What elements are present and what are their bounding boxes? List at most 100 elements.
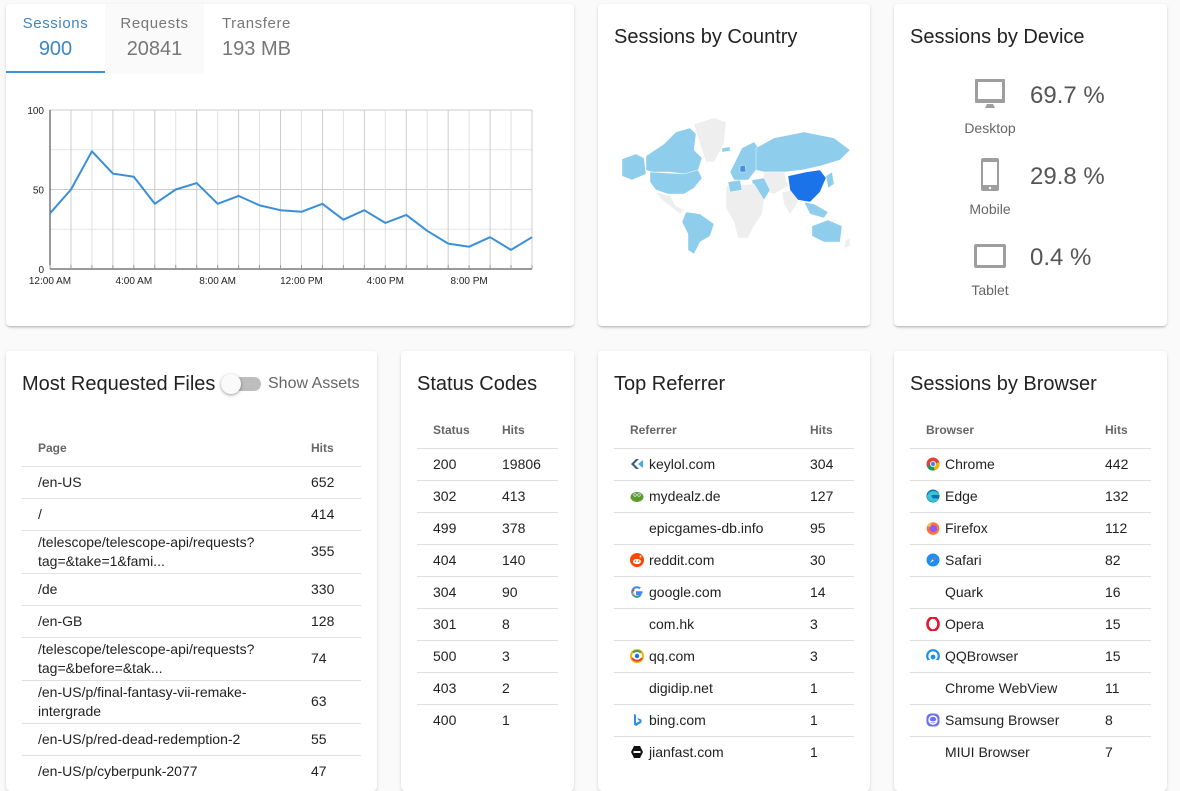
column-header-page[interactable]: Page xyxy=(22,430,311,467)
tab-transfer[interactable]: Transfere 193 MB xyxy=(204,4,309,74)
referrer-name[interactable]: reddit.com xyxy=(649,552,714,568)
opera-icon xyxy=(926,616,940,631)
referrer-name[interactable]: epicgames-db.info xyxy=(649,520,763,536)
table-row[interactable]: MIUI Browser 7 xyxy=(910,736,1151,768)
table-row[interactable]: 200 19806 xyxy=(417,448,558,481)
table-row[interactable]: /en-GB 128 xyxy=(22,605,361,638)
data-point xyxy=(215,201,220,206)
toggle-thumb[interactable] xyxy=(221,374,241,394)
hits-cell: 14 xyxy=(810,576,854,609)
referrer-name[interactable]: digidip.net xyxy=(649,680,713,696)
data-point xyxy=(236,193,241,198)
hits-cell: 414 xyxy=(311,498,361,531)
table-row[interactable]: epicgames-db.info 95 xyxy=(614,512,854,545)
country-europe[interactable] xyxy=(729,141,761,181)
table-row[interactable]: Firefox 112 xyxy=(910,512,1151,545)
bing-icon xyxy=(634,713,642,726)
table-row[interactable]: /en-US/p/cyberpunk-2077 47 xyxy=(22,755,361,787)
table-row[interactable]: Safari 82 xyxy=(910,544,1151,577)
data-point xyxy=(278,208,283,213)
referrer-name[interactable]: com.hk xyxy=(649,616,694,632)
country-usa[interactable] xyxy=(649,169,703,195)
table-row[interactable]: 400 1 xyxy=(417,704,558,736)
table-row[interactable]: com.hk 3 xyxy=(614,608,854,641)
chrome-icon xyxy=(926,457,940,470)
table-row[interactable]: /telescope/telescope-api/requests?tag=&b… xyxy=(22,637,361,681)
table-row[interactable]: 301 8 xyxy=(417,608,558,641)
device-percent: 29.8 % xyxy=(1030,163,1105,190)
show-assets-label[interactable]: Show Assets xyxy=(268,375,360,393)
table-row[interactable]: Chrome WebView 11 xyxy=(910,672,1151,705)
column-header-browser[interactable]: Browser xyxy=(910,412,1105,449)
referrer-name[interactable]: keylol.com xyxy=(649,456,715,472)
show-assets-toggle[interactable] xyxy=(219,373,263,394)
column-header-hits[interactable]: Hits xyxy=(311,430,361,467)
tablet-icon xyxy=(974,244,1006,268)
country-australia[interactable] xyxy=(811,219,843,243)
table-row[interactable]: 304 90 xyxy=(417,576,558,609)
table-row[interactable]: Quark 16 xyxy=(910,576,1151,609)
country-south-america[interactable] xyxy=(681,211,715,254)
country-alaska[interactable] xyxy=(621,153,647,181)
hits-cell: 112 xyxy=(1105,512,1151,545)
hits-cell: 3 xyxy=(810,640,854,673)
table-row[interactable]: jianfast.com 1 xyxy=(614,736,854,768)
column-header-referrer[interactable]: Referrer xyxy=(614,412,810,449)
referrer-name[interactable]: bing.com xyxy=(649,712,706,728)
table-row[interactable]: qq.com 3 xyxy=(614,640,854,673)
tab-requests[interactable]: Requests 20841 xyxy=(105,4,204,74)
table-row[interactable]: digidip.net 1 xyxy=(614,672,854,705)
table-row[interactable]: 403 2 xyxy=(417,672,558,705)
column-header-hits[interactable]: Hits xyxy=(1105,412,1151,449)
column-header-status[interactable]: Status xyxy=(417,412,502,449)
referrer-name[interactable]: jianfast.com xyxy=(649,744,724,760)
table-row[interactable]: Chrome 442 xyxy=(910,448,1151,481)
table-row[interactable]: /en-US 652 xyxy=(22,466,361,499)
table-row[interactable]: QQBrowser 15 xyxy=(910,640,1151,673)
table-row[interactable]: /en-US/p/final-fantasy-vii-remake-interg… xyxy=(22,680,361,724)
hits-cell: 15 xyxy=(1105,640,1151,673)
table-row[interactable]: Edge 132 xyxy=(910,480,1151,513)
country-mexico[interactable] xyxy=(655,191,685,215)
table-row[interactable]: 500 3 xyxy=(417,640,558,673)
column-header-hits[interactable]: Hits xyxy=(810,412,854,449)
country-north-africa[interactable] xyxy=(727,179,743,193)
hits-cell: 127 xyxy=(810,480,854,513)
table-row[interactable]: 499 378 xyxy=(417,512,558,545)
country-canada[interactable] xyxy=(645,127,703,175)
edge-icon xyxy=(926,489,940,502)
referrer-name[interactable]: google.com xyxy=(649,584,721,600)
referrer-name[interactable]: qq.com xyxy=(649,648,695,664)
browser-name: QQBrowser xyxy=(945,647,1019,664)
hits-cell: 355 xyxy=(311,530,361,574)
country-russia[interactable] xyxy=(755,131,851,173)
card-title: Top Referrer xyxy=(614,373,726,395)
card-title: Sessions by Country xyxy=(614,26,798,48)
world-map[interactable] xyxy=(614,114,856,254)
table-row[interactable]: /telescope/telescope-api/requests?tag=&t… xyxy=(22,530,361,574)
data-point xyxy=(530,235,535,240)
country-germany[interactable] xyxy=(739,164,747,173)
country-iceland[interactable] xyxy=(721,146,731,153)
table-row[interactable]: /en-US/p/red-dead-redemption-2 55 xyxy=(22,723,361,756)
column-header-hits[interactable]: Hits xyxy=(502,412,558,449)
table-row[interactable]: google.com 14 xyxy=(614,576,854,609)
country-japan[interactable] xyxy=(825,171,835,189)
country-southeast-asia[interactable] xyxy=(803,201,829,219)
table-row[interactable]: Opera 15 xyxy=(910,608,1151,641)
tab-sessions[interactable]: Sessions 900 xyxy=(6,4,105,74)
table-row[interactable]: /414 xyxy=(22,498,361,531)
table-row[interactable]: /de 330 xyxy=(22,573,361,606)
page-cell: /en-US/p/cyberpunk-2077 xyxy=(38,762,198,779)
status-table: Status Hits 200 19806 302 413 499 378 404 14… xyxy=(417,412,558,736)
table-row[interactable]: 302 413 xyxy=(417,480,558,513)
table-row[interactable]: Samsung Browser 8 xyxy=(910,704,1151,737)
table-row[interactable]: keylol.com 304 xyxy=(614,448,854,481)
country-new-zealand[interactable] xyxy=(843,237,851,249)
referrer-name[interactable]: mydealz.de xyxy=(649,488,721,504)
table-row[interactable]: bing.com 1 xyxy=(614,704,854,737)
country-africa[interactable] xyxy=(725,183,765,239)
table-row[interactable]: mydealz.de 127 xyxy=(614,480,854,513)
table-row[interactable]: 404 140 xyxy=(417,544,558,577)
table-row[interactable]: reddit.com 30 xyxy=(614,544,854,577)
